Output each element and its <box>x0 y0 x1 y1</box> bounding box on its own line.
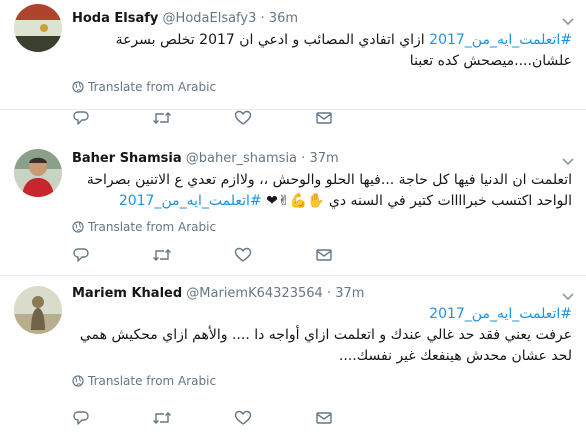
avatar[interactable] <box>14 286 62 334</box>
tweet[interactable]: Baher Shamsia @baher_shamsia · 37m اتعلم… <box>0 139 586 276</box>
user-name[interactable]: Mariem Khaled <box>72 286 182 301</box>
tweet-header: Baher Shamsia @baher_shamsia · 37m <box>72 151 339 166</box>
like-icon[interactable] <box>234 110 254 128</box>
hashtag[interactable]: #اتعلمت_ايه_من_2017 <box>119 193 266 209</box>
timestamp[interactable]: 37m <box>309 151 338 166</box>
message-icon[interactable] <box>315 410 335 428</box>
tweet[interactable]: Hoda Elsafy @HodaElsafy3 · 36m #اتعلمت_ا… <box>0 0 586 110</box>
translate-label: Translate from Arabic <box>88 374 217 388</box>
avatar[interactable] <box>14 149 62 197</box>
message-icon[interactable] <box>315 247 335 265</box>
separator: · <box>260 11 265 26</box>
tweet-text-content: عرفت يعني فقد حد غالي عندك و اتعلمت ازاي… <box>79 327 572 364</box>
user-handle[interactable]: @HodaElsafy3 <box>163 11 257 26</box>
hashtag[interactable]: #اتعلمت_ايه_من_2017 <box>72 304 572 325</box>
timestamp[interactable]: 37m <box>335 286 364 301</box>
reply-icon[interactable] <box>72 110 92 128</box>
tweet-header: Hoda Elsafy @HodaElsafy3 · 36m <box>72 11 298 26</box>
avatar-image <box>14 286 62 334</box>
reply-icon[interactable] <box>72 410 92 428</box>
tweet[interactable]: Mariem Khaled @MariemK64323564 · 37m #ات… <box>0 276 586 436</box>
like-icon[interactable] <box>234 410 254 428</box>
translate-link[interactable]: Translate from Arabic <box>72 374 216 390</box>
separator: · <box>326 286 332 301</box>
emoji-group: ✋💪✌❤ <box>266 193 325 209</box>
caret-down-icon[interactable] <box>562 16 574 29</box>
hashtag[interactable]: #اتعلمت_ايه_من_2017 <box>429 32 572 48</box>
retweet-icon[interactable] <box>152 410 172 428</box>
caret-down-icon[interactable] <box>562 156 574 169</box>
user-name[interactable]: Hoda Elsafy <box>72 11 158 26</box>
caret-down-icon[interactable] <box>562 291 574 304</box>
reply-icon[interactable] <box>72 247 92 265</box>
translate-link[interactable]: Translate from Arabic <box>72 220 216 236</box>
retweet-icon[interactable] <box>152 247 172 265</box>
timestamp[interactable]: 36m <box>269 11 298 26</box>
globe-icon <box>72 81 84 96</box>
avatar[interactable] <box>14 4 62 52</box>
avatar-image <box>14 4 62 52</box>
translate-link[interactable]: Translate from Arabic <box>72 80 216 96</box>
tweet-text: #اتعلمت_ايه_من_2017 ازاي اتفادي المصائب … <box>72 30 572 72</box>
translate-label: Translate from Arabic <box>88 80 217 94</box>
translate-label: Translate from Arabic <box>88 220 217 234</box>
user-handle[interactable]: @MariemK64323564 <box>186 286 323 301</box>
tweet-text: #اتعلمت_ايه_من_2017 عرفت يعني فقد حد غال… <box>72 304 572 367</box>
message-icon[interactable] <box>315 110 335 128</box>
globe-icon <box>72 221 84 236</box>
globe-icon <box>72 375 84 390</box>
like-icon[interactable] <box>234 247 254 265</box>
user-handle[interactable]: @baher_shamsia <box>186 151 297 166</box>
user-name[interactable]: Baher Shamsia <box>72 151 182 166</box>
separator: · <box>301 151 306 166</box>
retweet-icon[interactable] <box>152 110 172 128</box>
avatar-image <box>14 149 62 197</box>
tweet-text: اتعلمت ان الدنيا فيها كل حاجة ...فيها ال… <box>72 170 572 212</box>
tweet-header: Mariem Khaled @MariemK64323564 · 37m <box>72 286 364 301</box>
